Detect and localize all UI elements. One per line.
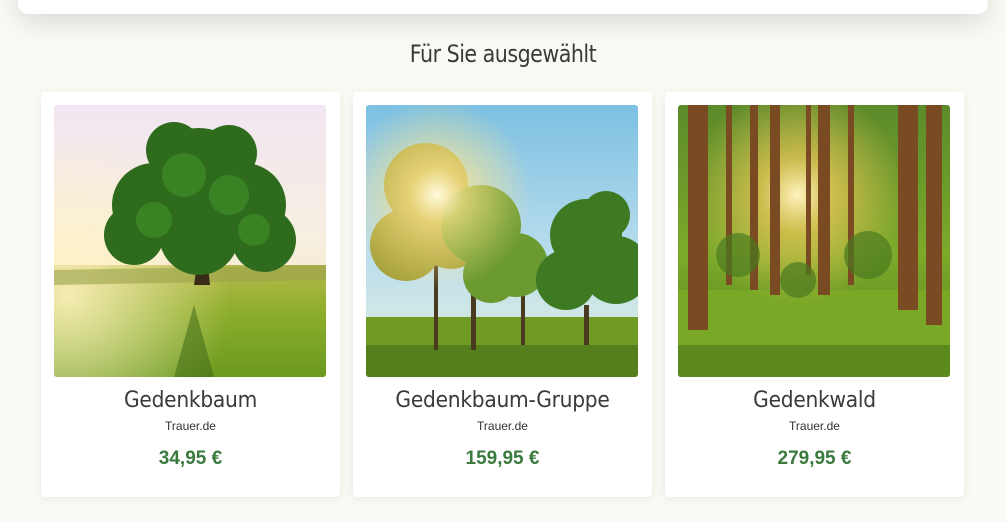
product-vendor: Trauer.de <box>165 419 216 433</box>
product-card-gedenkwald[interactable]: Gedenkwald Trauer.de 279,95 € <box>665 92 964 497</box>
product-name[interactable]: Gedenkwald <box>677 388 952 413</box>
product-price: 159,95 € <box>465 448 540 469</box>
product-price: 279,95 € <box>777 448 852 469</box>
header-panel-edge <box>18 0 988 14</box>
product-image-single-tree[interactable] <box>54 105 326 377</box>
product-image-forest[interactable] <box>678 105 950 377</box>
product-vendor: Trauer.de <box>477 419 528 433</box>
product-vendor: Trauer.de <box>789 419 840 433</box>
section-title: Für Sie ausgewählt <box>409 40 597 68</box>
product-name[interactable]: Gedenkbaum <box>53 388 328 413</box>
product-image-tree-group[interactable] <box>366 105 638 377</box>
product-price: 34,95 € <box>158 448 223 469</box>
product-name[interactable]: Gedenkbaum-Gruppe <box>365 388 640 413</box>
product-card-gedenkbaum-gruppe[interactable]: Gedenkbaum-Gruppe Trauer.de 159,95 € <box>353 92 652 497</box>
product-card-gedenkbaum[interactable]: Gedenkbaum Trauer.de 34,95 € <box>41 92 340 497</box>
